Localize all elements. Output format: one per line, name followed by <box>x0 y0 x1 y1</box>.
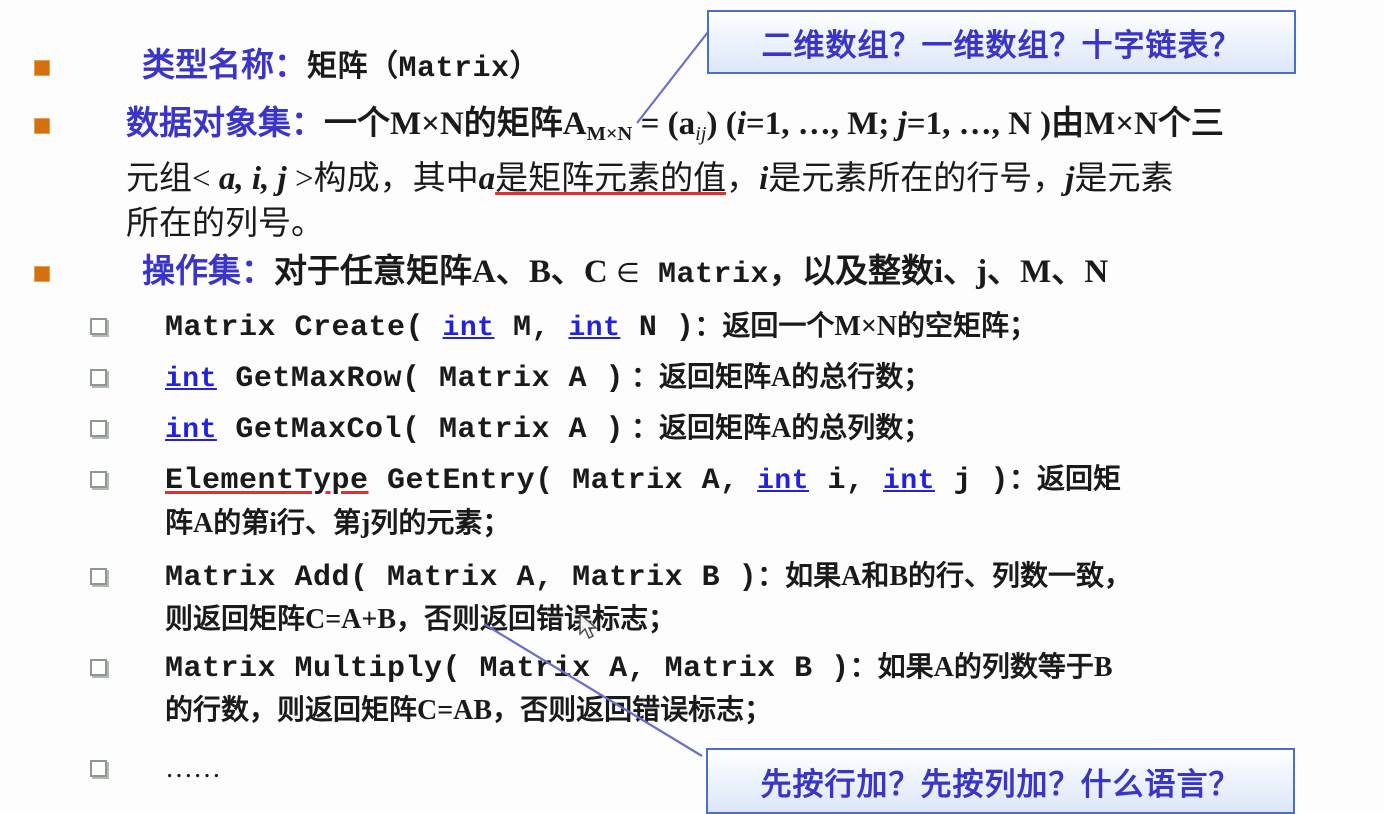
data-object-tuple-open: 元组< <box>126 161 219 198</box>
getmaxrow-description: ：返回矩阵A的总行数； <box>631 362 932 393</box>
data-object-equals-a: = (a <box>632 106 696 142</box>
operation-set-integers: ，以及整数i、j、M、N <box>769 254 1109 290</box>
data-object-var-a: a <box>478 161 496 198</box>
add-signature: Matrix Add( Matrix A, Matrix B ) <box>165 561 758 595</box>
data-object-subscript-ij: ij <box>695 123 707 146</box>
getmaxcol-keyword-int: int <box>165 415 217 446</box>
bullet-type-name-heading: 类型名称： <box>142 48 307 84</box>
create-param-m: M, <box>494 311 569 345</box>
getentry-param-j: j ) <box>934 464 1009 498</box>
bullet-operation-set-text: 操作集：对于任意矩阵A、B、C ∈ Matrix，以及整数i、j、M、N <box>142 252 1382 295</box>
getmaxcol-signature: GetMaxCol( Matrix A ) <box>216 413 624 447</box>
data-object-element-tail: 是元素 <box>1074 161 1174 198</box>
bullet-marker-square <box>34 60 50 76</box>
bullet-marker-hollow-square <box>90 760 107 777</box>
bullet-marker-hollow-square <box>90 369 107 386</box>
bullet-marker-square <box>34 266 50 282</box>
data-object-comma-1: ， <box>726 161 760 198</box>
getentry-signature-a: GetEntry( Matrix A, <box>368 464 758 498</box>
operation-multiply: Matrix Multiply( Matrix A, Matrix B )：如果… <box>90 647 1384 732</box>
getentry-return-type: ElementType <box>165 464 369 498</box>
element-of-icon: ∈ <box>615 258 640 289</box>
callout-order-question[interactable]: 先按行加？先按列加？什么语言？ <box>706 748 1295 814</box>
getentry-keyword-int-2: int <box>883 466 935 497</box>
data-object-var-i2: i <box>759 161 769 198</box>
bullet-type-name-body: 矩阵（Matrix） <box>307 52 541 86</box>
operation-create-text: Matrix Create( int M, int N )：返回一个M×N的空矩… <box>165 306 1384 350</box>
getmaxcol-description: ：返回矩阵A的总列数； <box>631 413 932 444</box>
operation-create: Matrix Create( int M, int N )：返回一个M×N的空矩… <box>90 306 1384 350</box>
add-description: ：如果A和B的行、列数一致， <box>757 561 1132 592</box>
slide-canvas: 类型名称：矩阵（Matrix） 数据对象集：一个M×N的矩阵AM×N = (ai… <box>0 0 1384 814</box>
operation-set-matrices: 对于任意矩阵A、B、C <box>274 254 616 290</box>
operation-ellipsis: …… <box>90 748 221 790</box>
data-object-matrix-a: 一个M×N的矩阵A <box>324 106 587 142</box>
operation-set-matrix-type: Matrix <box>657 258 770 292</box>
bullet-marker-hollow-square <box>90 471 107 488</box>
data-object-var-i: i <box>736 106 746 142</box>
data-object-var-j: j <box>897 106 907 142</box>
operation-get-max-col: int GetMaxCol( Matrix A ) ：返回矩阵A的总列数； <box>90 408 1384 452</box>
getentry-keyword-int-1: int <box>757 466 810 497</box>
data-object-element-value-underlined: 是矩阵元素的值 <box>495 161 727 198</box>
operation-ellipsis-text: …… <box>165 753 221 784</box>
getentry-description: ：返回矩 <box>1008 464 1121 495</box>
bullet-data-object-heading: 数据对象集： <box>126 106 324 142</box>
create-param-n: N ) <box>620 311 695 345</box>
getmaxrow-signature: GetMaxRow( Matrix A ) <box>216 362 624 396</box>
bullet-operation-set-heading: 操作集： <box>142 254 274 290</box>
data-object-line-3: 所在的列号。 <box>126 206 324 243</box>
callout-order-question-text: 先按行加？先按列加？什么语言？ <box>760 766 1241 802</box>
bullet-marker-hollow-square <box>90 568 107 585</box>
bullet-marker-hollow-square <box>90 420 107 437</box>
operation-get-entry: ElementType GetEntry( Matrix A, int i, i… <box>90 459 1384 545</box>
create-signature-a: Matrix Create( <box>165 311 443 345</box>
getentry-param-i: i, <box>809 464 884 498</box>
getentry-description-2: 阵A的第i行、第j列的元素； <box>165 508 511 539</box>
create-keyword-int-2: int <box>568 313 621 344</box>
multiply-description-2: 的行数，则返回矩阵C=AB，否则返回错误标志； <box>165 695 773 726</box>
operation-get-max-row: int GetMaxRow( Matrix A ) ：返回矩阵A的总行数； <box>90 357 1384 401</box>
data-object-tuple-vars: a, i, j <box>218 161 287 198</box>
operation-get-max-col-text: int GetMaxCol( Matrix A ) ：返回矩阵A的总列数； <box>165 408 1384 452</box>
data-object-tuple-close: >构成，其中 <box>286 161 479 198</box>
bullet-data-object-set <box>34 104 50 134</box>
data-object-row-index-text: 是元素所在的行号， <box>768 161 1066 198</box>
add-description-2: 则返回矩阵C=A+B，否则返回错误标志； <box>165 604 677 635</box>
operation-add-text: Matrix Add( Matrix A, Matrix B )：如果A和B的行… <box>165 556 1384 641</box>
multiply-signature: Matrix Multiply( Matrix A, Matrix B ) <box>165 652 850 686</box>
data-object-subscript-mn: M×N <box>586 123 633 146</box>
bullet-operation-set: 操作集：对于任意矩阵A、B、C ∈ Matrix，以及整数i、j、M、N <box>34 252 1382 295</box>
bullet-marker-hollow-square <box>90 659 107 676</box>
data-object-line-2: 元组< a, i, j >构成，其中a是矩阵元素的值，i是元素所在的行号，j是元… <box>126 157 1376 202</box>
data-object-range-m: =1, …, M; <box>745 106 898 142</box>
data-object-line-1: 数据对象集：一个M×N的矩阵AM×N = (aij) (i=1, …, M; j… <box>126 102 1376 157</box>
data-object-paren: ) ( <box>706 106 737 142</box>
callout-storage-question[interactable]: 二维数组？一维数组？十字链表？ <box>707 10 1296 74</box>
operation-multiply-text: Matrix Multiply( Matrix A, Matrix B )：如果… <box>165 647 1384 732</box>
create-keyword-int-1: int <box>442 313 495 344</box>
callout-storage-question-text: 二维数组？一维数组？十字链表？ <box>761 27 1242 63</box>
operation-get-max-row-text: int GetMaxRow( Matrix A ) ：返回矩阵A的总行数； <box>165 357 1384 401</box>
multiply-description: ：如果A的列数等于B <box>849 652 1113 683</box>
data-object-range-n: =1, …, N )由M×N个三 <box>906 106 1224 142</box>
bullet-marker-square <box>34 118 50 134</box>
bullet-data-object-set-text: 数据对象集：一个M×N的矩阵AM×N = (aij) (i=1, …, M; j… <box>126 102 1376 247</box>
create-description: ：返回一个M×N的空矩阵； <box>694 311 1038 342</box>
operation-get-entry-text: ElementType GetEntry( Matrix A, int i, i… <box>165 459 1384 545</box>
getmaxrow-keyword-int: int <box>165 364 217 395</box>
bullet-marker-hollow-square <box>90 318 107 335</box>
operation-add: Matrix Add( Matrix A, Matrix B )：如果A和B的行… <box>90 556 1384 641</box>
